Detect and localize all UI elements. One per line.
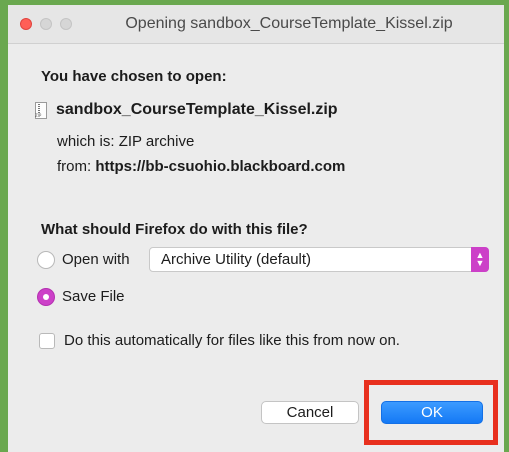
- close-window-button[interactable]: [20, 18, 32, 30]
- file-source-url: https://bb-csuohio.blackboard.com: [95, 158, 346, 175]
- updown-chevron-icon: ▲ ▼: [471, 247, 489, 272]
- save-file-label[interactable]: Save File: [62, 288, 125, 305]
- ok-button[interactable]: OK: [381, 401, 483, 424]
- open-with-radio[interactable]: [37, 251, 55, 269]
- download-dialog: Opening sandbox_CourseTemplate_Kissel.zi…: [8, 5, 504, 452]
- action-question: What should Firefox do with this file?: [41, 221, 308, 238]
- file-type-label: which is:: [57, 133, 115, 150]
- file-source-label: from:: [57, 158, 92, 175]
- file-name: sandbox_CourseTemplate_Kissel.zip: [56, 101, 338, 118]
- open-with-label[interactable]: Open with: [62, 251, 130, 268]
- minimize-window-button[interactable]: [40, 18, 52, 30]
- open-with-app-value: Archive Utility (default): [161, 251, 312, 268]
- auto-action-checkbox[interactable]: [39, 333, 55, 349]
- cancel-button[interactable]: Cancel: [261, 401, 359, 424]
- open-with-app-select[interactable]: Archive Utility (default) ▲ ▼: [149, 247, 489, 272]
- zoom-window-button[interactable]: [60, 18, 72, 30]
- title-bar: Opening sandbox_CourseTemplate_Kissel.zi…: [8, 5, 504, 44]
- file-type-value: ZIP archive: [118, 133, 195, 150]
- file-source-row: from: https://bb-csuohio.blackboard.com: [57, 158, 345, 175]
- zip-file-icon: [35, 101, 47, 119]
- auto-action-label[interactable]: Do this automatically for files like thi…: [64, 332, 400, 349]
- window-title: Opening sandbox_CourseTemplate_Kissel.zi…: [125, 15, 453, 32]
- file-row: sandbox_CourseTemplate_Kissel.zip: [35, 99, 338, 121]
- save-file-radio[interactable]: [37, 288, 55, 306]
- file-type-row: which is: ZIP archive: [57, 133, 194, 150]
- dialog-heading: You have chosen to open:: [41, 68, 227, 85]
